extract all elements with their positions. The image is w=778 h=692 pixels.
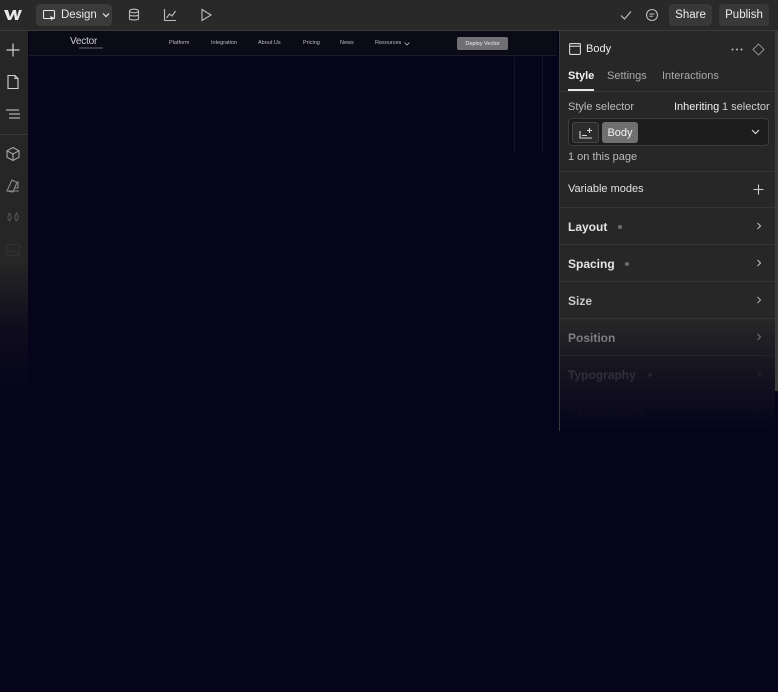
chevron-right-icon <box>757 259 762 267</box>
selector-field[interactable]: Body <box>568 118 769 146</box>
pages-icon[interactable] <box>5 74 21 90</box>
on-page-count: 1 on this page <box>568 151 638 163</box>
resources-chevron-icon <box>404 42 410 46</box>
site-logo[interactable]: Vector <box>70 36 97 47</box>
top-toolbar: Design Share Publish <box>0 0 778 31</box>
divider <box>560 91 776 92</box>
publish-button[interactable]: Publish <box>719 4 769 26</box>
modified-indicator <box>648 373 652 377</box>
site-navbar[interactable]: Vector Platform Integration About Us Pri… <box>29 31 557 56</box>
section-size[interactable]: Size <box>560 282 776 318</box>
variable-modes-label: Variable modes <box>568 183 644 195</box>
analytics-icon[interactable] <box>163 8 177 22</box>
inheriting-label[interactable]: Inheriting <box>674 101 719 113</box>
chevron-down-icon <box>102 13 110 18</box>
section-position[interactable]: Position <box>560 319 776 355</box>
canvas-guide-line <box>542 57 543 152</box>
section-label: Spacing <box>568 257 615 271</box>
selected-element-title: Body <box>586 43 612 55</box>
add-variable-mode-icon[interactable] <box>753 184 764 195</box>
section-label: Backgrounds <box>568 405 645 419</box>
section-label: Layout <box>568 220 608 234</box>
section-layout[interactable]: Layout <box>560 208 776 244</box>
navigator-icon[interactable] <box>5 106 21 122</box>
webflow-logo-icon[interactable] <box>4 8 22 22</box>
nav-link-platform[interactable]: Platform <box>169 40 189 46</box>
design-mode-icon <box>43 9 56 21</box>
style-manager-icon[interactable] <box>5 178 21 194</box>
chevron-right-icon <box>757 296 762 304</box>
canvas-guide-line <box>514 57 515 152</box>
selector-chip-body[interactable]: Body <box>602 122 638 143</box>
comment-icon[interactable] <box>645 8 659 22</box>
preview-icon[interactable] <box>199 8 213 22</box>
check-icon[interactable] <box>619 8 633 22</box>
components-icon[interactable] <box>5 146 21 162</box>
chevron-right-icon <box>757 222 762 230</box>
deploy-vector-button[interactable]: Deploy Vector <box>457 37 508 50</box>
tab-style[interactable]: Style <box>568 70 594 82</box>
inheriting-count[interactable]: 1 selector <box>722 101 770 113</box>
nav-link-news[interactable]: News <box>340 40 354 46</box>
add-icon[interactable] <box>5 42 21 58</box>
design-mode-label: Design <box>61 9 97 21</box>
design-mode-dropdown[interactable]: Design <box>36 4 112 26</box>
design-canvas[interactable]: Vector Platform Integration About Us Pri… <box>29 31 557 692</box>
chevron-right-icon <box>757 370 762 378</box>
assets-icon[interactable] <box>5 242 21 258</box>
site-logo-tagline <box>79 47 103 49</box>
rail-divider <box>0 134 28 135</box>
nav-link-integration[interactable]: Integration <box>211 40 237 46</box>
left-sidebar <box>0 31 28 692</box>
tab-settings[interactable]: Settings <box>607 70 647 82</box>
nav-link-about-us[interactable]: About Us <box>258 40 281 46</box>
body-element-icon <box>569 43 581 55</box>
section-label: Position <box>568 331 616 345</box>
variables-icon[interactable] <box>5 210 21 226</box>
modified-indicator <box>625 262 629 266</box>
chevron-right-icon <box>757 407 762 415</box>
divider <box>560 171 776 172</box>
share-button[interactable]: Share <box>669 4 712 26</box>
more-options-icon[interactable] <box>731 48 743 51</box>
tab-interactions[interactable]: Interactions <box>662 70 719 82</box>
nav-link-pricing[interactable]: Pricing <box>303 40 320 46</box>
nav-link-resources[interactable]: Resources <box>375 40 401 46</box>
cms-icon[interactable] <box>127 8 141 22</box>
chevron-right-icon <box>757 333 762 341</box>
section-label: Typography <box>568 368 636 382</box>
component-icon[interactable] <box>752 43 765 56</box>
modified-indicator <box>618 225 622 229</box>
section-backgrounds[interactable]: Backgrounds <box>560 393 776 429</box>
style-selector-label: Style selector <box>568 101 635 113</box>
section-typography[interactable]: Typography <box>560 356 776 392</box>
add-class-icon <box>579 128 592 139</box>
designer-app: Design Share Publish Vector Platform Int… <box>0 0 778 692</box>
section-label: Size <box>568 294 593 308</box>
style-panel: Body Style Settings Interactions Style s… <box>559 31 776 431</box>
chevron-down-icon[interactable] <box>751 129 760 135</box>
selector-state-button[interactable] <box>572 122 599 143</box>
section-spacing[interactable]: Spacing <box>560 245 776 281</box>
